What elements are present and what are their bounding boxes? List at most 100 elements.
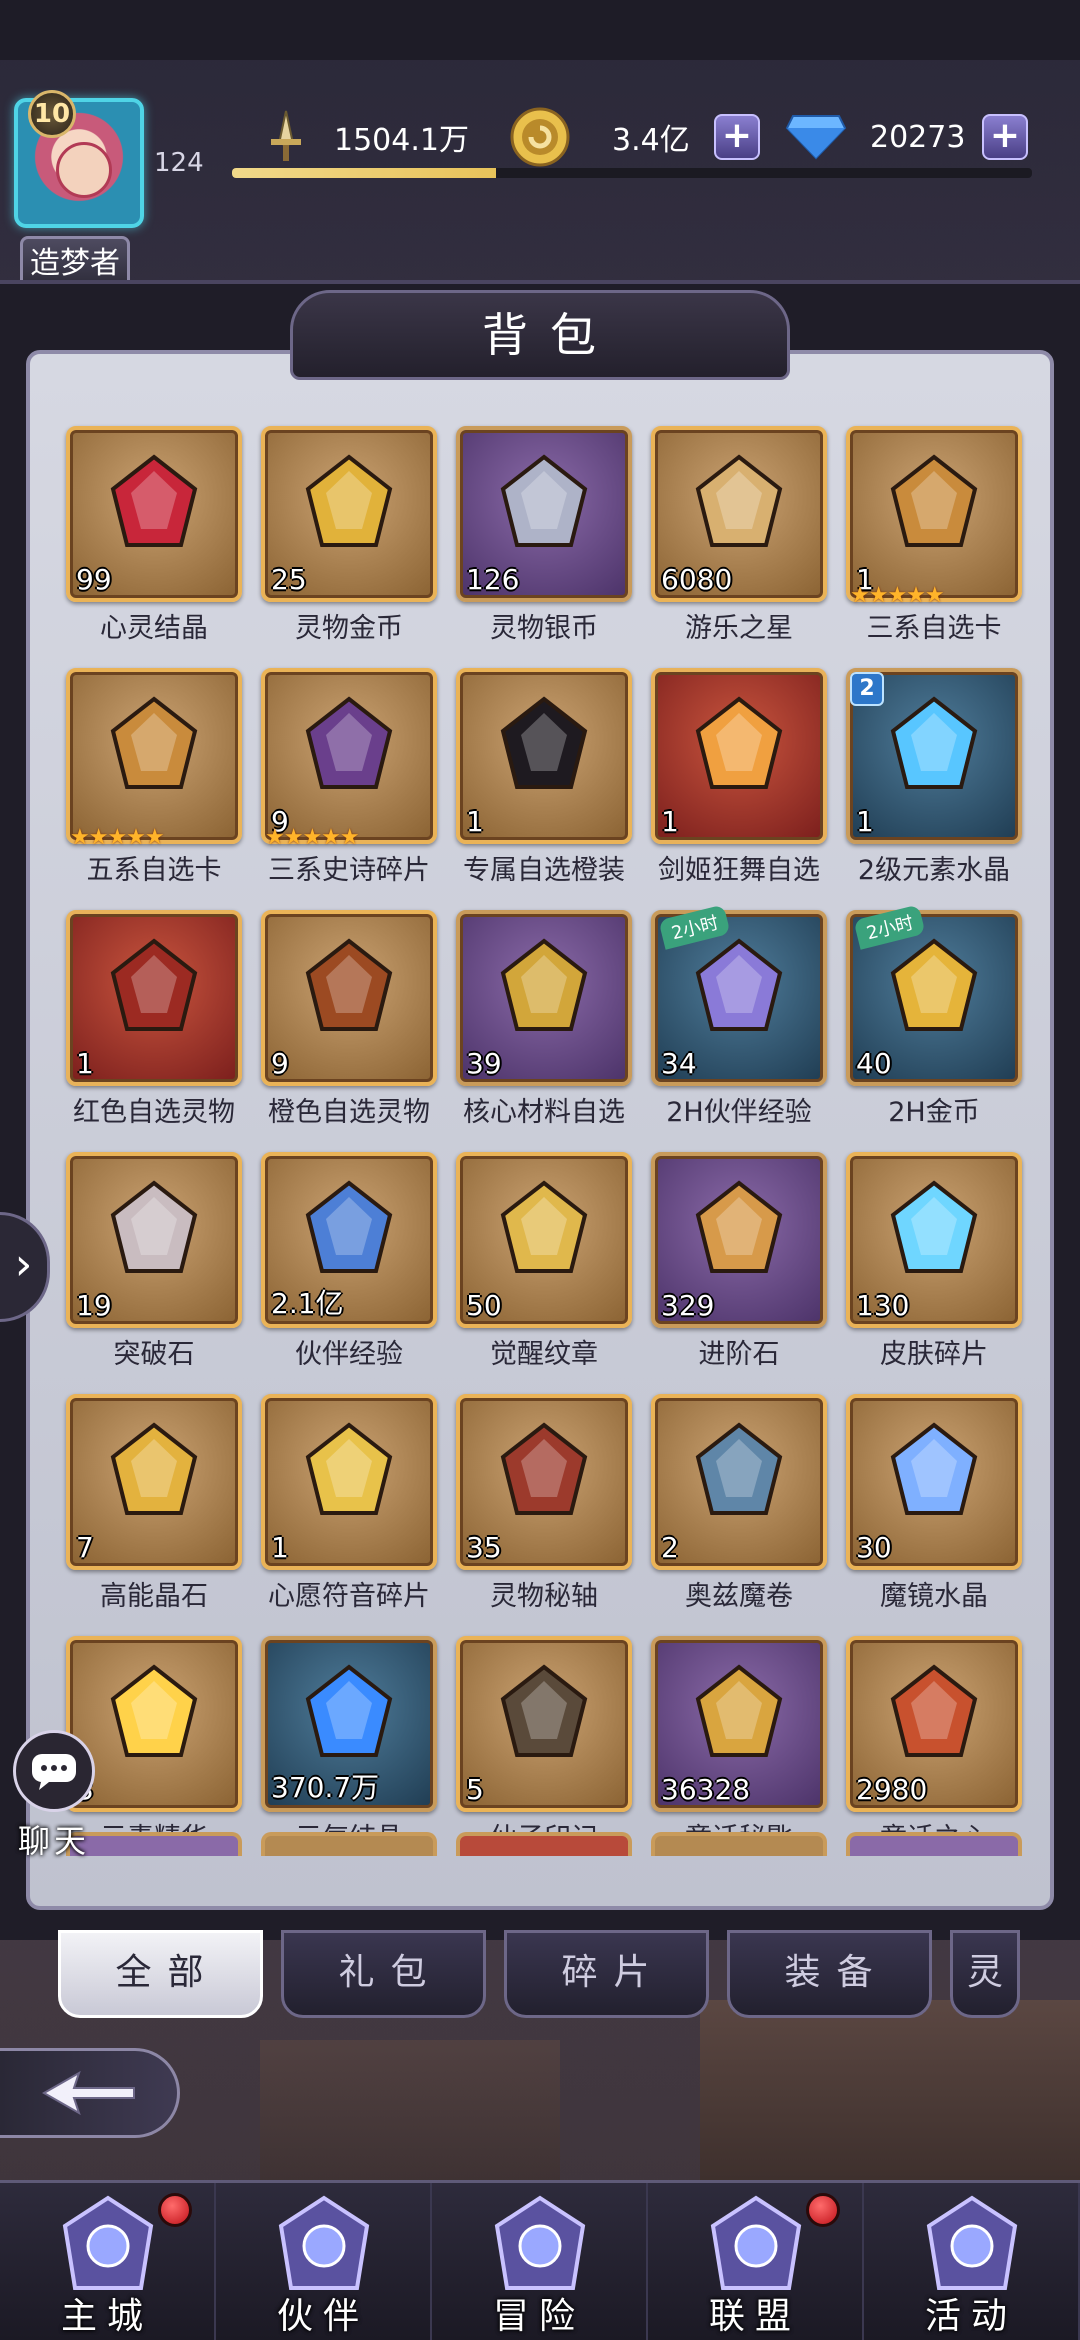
power-display: 1504.1万 (254, 102, 469, 172)
nav-item[interactable]: 活动 (864, 2183, 1080, 2340)
diamond-icon (784, 105, 848, 169)
vigor-crystal-icon (289, 1654, 409, 1774)
nav-label: 冒险 (492, 2296, 585, 2337)
item-name: 三系自选卡 (866, 613, 1002, 644)
item-count: 36328 (661, 1773, 751, 1806)
inventory-item[interactable]: 99 心灵结晶 (66, 426, 242, 644)
item-count: 1 (856, 805, 874, 838)
item-name: 核心材料自选 (463, 1097, 625, 1128)
item-count: 9 (271, 1047, 289, 1080)
exp-box-icon (679, 928, 799, 1048)
inventory-panel: 99 心灵结晶 25 灵物金币 126 灵物银币 6080 游乐之星 1 ★★★★★ 三系自选卡 ★★… (26, 350, 1054, 1910)
gift-box-icon (94, 928, 214, 1048)
power-value: 1504.1万 (334, 123, 469, 158)
nav-item[interactable]: 冒险 (432, 2183, 648, 2340)
notification-dot (806, 2193, 840, 2227)
item-name: 觉醒纹章 (490, 1339, 598, 1370)
item-count: 2980 (856, 1773, 928, 1806)
inventory-item[interactable]: 6080 游乐之星 (651, 426, 827, 644)
add-diamond-button[interactable]: + (982, 114, 1028, 160)
inventory-item[interactable]: 2.1亿伙伴经验 (261, 1152, 437, 1370)
nav-label: 主城 (60, 2296, 153, 2337)
star-rating: ★★★★★ (265, 825, 360, 850)
star-coin-icon (679, 444, 799, 564)
inventory-item[interactable]: 25 灵物金币 (261, 426, 437, 644)
chat-button[interactable]: 聊天 (6, 1730, 102, 1880)
panel-header: 背包 (290, 290, 790, 380)
item-count: 7 (76, 1531, 94, 1564)
crystal-ball-icon (874, 686, 994, 806)
inventory-item[interactable]: 1 专属自选橙装 (456, 668, 632, 886)
inventory-item[interactable]: 1 剑姬狂舞自选 (651, 668, 827, 886)
add-gold-button[interactable]: + (714, 114, 760, 160)
inventory-item[interactable]: 2小时 34 2H伙伴经验 (651, 904, 827, 1128)
gift-box-icon (289, 928, 409, 1048)
bottom-nav: 主城 伙伴 冒险 联盟 活动 (0, 2180, 1080, 2340)
red-crystal-icon (94, 444, 214, 564)
star-rating: ★★★★★ (850, 583, 945, 608)
item-name: 橙色自选灵物 (268, 1097, 430, 1128)
inventory-item[interactable]: 2980童话之心 (846, 1636, 1022, 1854)
exp-star-icon (289, 1170, 409, 1290)
item-count: 1 (271, 1531, 289, 1564)
inventory-item[interactable]: 1 ★★★★★ 三系自选卡 (846, 426, 1022, 644)
magic-scroll-icon (679, 1412, 799, 1532)
mirror-crystal-icon (874, 1412, 994, 1532)
inventory-item[interactable]: 2小时 40 2H金币 (846, 904, 1022, 1128)
inventory-item[interactable]: 39 核心材料自选 (456, 910, 632, 1128)
tab-equipment[interactable]: 装备 (727, 1930, 932, 2018)
inventory-item[interactable]: 30 魔镜水晶 (846, 1394, 1022, 1612)
inventory-item[interactable]: 2 奥兹魔卷 (651, 1394, 827, 1612)
tab-spirit[interactable]: 灵 (950, 1930, 1020, 2018)
inventory-item[interactable]: 130 皮肤碎片 (846, 1152, 1022, 1370)
nav-item[interactable]: 伙伴 (216, 2183, 432, 2340)
inventory-item[interactable]: 9 ★★★★★ 三系史诗碎片 (261, 668, 437, 886)
tab-fragment[interactable]: 碎片 (504, 1930, 709, 2018)
inventory-item[interactable]: 329 进阶石 (651, 1152, 827, 1370)
inventory-item[interactable]: 19 突破石 (66, 1152, 242, 1370)
inventory-item[interactable]: 9 橙色自选灵物 (261, 910, 437, 1128)
item-count: 25 (271, 563, 307, 596)
item-count: 50 (466, 1289, 502, 1322)
nav-item[interactable]: 主城 (0, 2183, 216, 2340)
inventory-item[interactable]: 50 觉醒纹章 (456, 1152, 632, 1370)
level-badge: 2 (850, 672, 884, 706)
inventory-item[interactable]: 1 红色自选灵物 (66, 910, 242, 1128)
inventory-item[interactable]: 370.7万元气结晶 (261, 1636, 437, 1854)
item-name: 心愿符音碎片 (268, 1581, 430, 1612)
tab-gift[interactable]: 礼包 (281, 1930, 486, 2018)
item-name: 灵物银币 (490, 613, 598, 644)
item-name: 灵物金币 (295, 613, 403, 644)
nav-item[interactable]: 联盟 (648, 2183, 864, 2340)
item-count: 329 (661, 1289, 715, 1322)
gold-display: 3.4亿 (508, 102, 690, 172)
chest-icon (289, 686, 409, 806)
inventory-item[interactable]: 126 灵物银币 (456, 426, 632, 644)
inventory-item[interactable]: 36328童话秘匙 (651, 1636, 827, 1854)
item-name: 奥兹魔卷 (685, 1581, 793, 1612)
skin-shard-icon (874, 1170, 994, 1290)
category-tabs: 全部 礼包 碎片 装备 灵 (58, 1930, 1020, 2020)
inventory-item[interactable]: ★★★★★ 五系自选卡 (66, 668, 242, 886)
inventory-item[interactable]: 7 高能晶石 (66, 1394, 242, 1612)
item-count: 370.7万 (271, 1771, 380, 1804)
inventory-item[interactable]: 2 1 2级元素水晶 (846, 668, 1022, 886)
item-count: 2.1亿 (271, 1287, 344, 1320)
item-name: 红色自选灵物 (73, 1097, 235, 1128)
partial-row (66, 1832, 1022, 1856)
back-button[interactable] (0, 2048, 180, 2138)
player-avatar[interactable]: 10 (6, 90, 156, 260)
diamond-display: 20273 (784, 102, 965, 172)
inventory-item[interactable]: 5仙子印记 (456, 1636, 632, 1854)
inventory-item[interactable]: 35 灵物秘轴 (456, 1394, 632, 1612)
inventory-item[interactable]: 1 心愿符音碎片 (261, 1394, 437, 1612)
sword-icon (254, 105, 318, 169)
item-name: 伙伴经验 (295, 1339, 403, 1370)
item-name: 三系史诗碎片 (268, 855, 430, 886)
item-count: 130 (856, 1289, 910, 1322)
tab-all[interactable]: 全部 (58, 1930, 263, 2018)
vip-badge: 10 (28, 90, 76, 138)
item-name: 剑姬狂舞自选 (658, 855, 820, 886)
item-name: 进阶石 (698, 1339, 780, 1370)
panel-title: 背包 (482, 308, 618, 362)
